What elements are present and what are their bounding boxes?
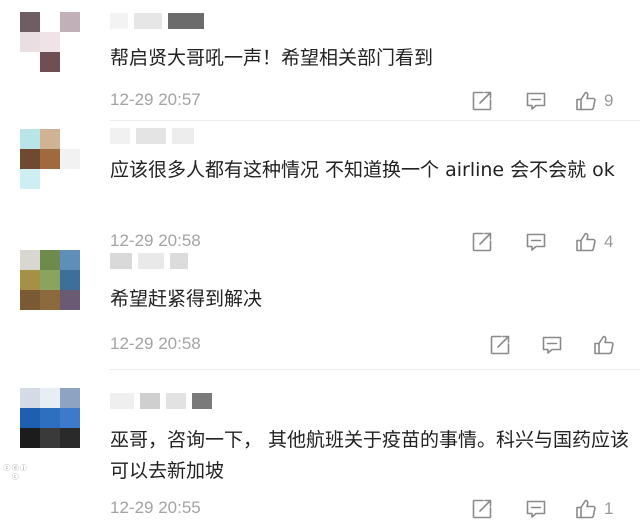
like-button[interactable]: 9 bbox=[574, 86, 613, 116]
username[interactable] bbox=[110, 390, 212, 412]
reply-button[interactable] bbox=[524, 86, 548, 116]
username[interactable] bbox=[110, 10, 204, 32]
comment-timestamp: 12-29 20:58 bbox=[110, 334, 201, 353]
comment-text: 帮启贤大哥吼一声！希望相关部门看到 bbox=[110, 47, 434, 69]
like-count: 9 bbox=[604, 91, 614, 110]
avatar[interactable] bbox=[20, 12, 80, 72]
avatar[interactable] bbox=[20, 388, 80, 448]
username[interactable] bbox=[110, 125, 194, 147]
comment-item: 巫哥，咨询一下， 其他航班关于疫苗的事情。科兴与国药应该可以去新加坡 12-29… bbox=[0, 370, 640, 526]
like-button[interactable] bbox=[592, 330, 622, 360]
username[interactable] bbox=[110, 250, 188, 272]
thumbs-up-icon bbox=[574, 89, 598, 113]
comment-text: 应该很多人都有这种情况 不知道换一个 airline 会不会就 ok bbox=[110, 159, 615, 181]
share-button[interactable] bbox=[470, 86, 494, 116]
comment-item: 应该很多人都有这种情况 不知道换一个 airline 会不会就 ok 12-29… bbox=[0, 121, 640, 246]
share-icon bbox=[470, 497, 494, 521]
share-icon bbox=[470, 89, 494, 113]
watermark: ⓒ ⓓ ⓙ ⓒ bbox=[3, 464, 27, 481]
comment-icon bbox=[524, 89, 548, 113]
share-button[interactable] bbox=[470, 494, 494, 524]
avatar[interactable] bbox=[20, 250, 80, 310]
comment-icon bbox=[540, 333, 564, 357]
reply-button[interactable] bbox=[540, 330, 564, 360]
comment-text: 希望赶紧得到解决 bbox=[110, 288, 263, 310]
share-button[interactable] bbox=[488, 330, 512, 360]
comment-timestamp: 12-29 20:57 bbox=[110, 90, 201, 109]
like-count: 1 bbox=[604, 499, 614, 518]
comment-timestamp: 12-29 20:55 bbox=[110, 498, 201, 517]
avatar[interactable] bbox=[20, 129, 80, 189]
comment-item: 希望赶紧得到解决 12-29 20:58 bbox=[0, 246, 640, 370]
comment-icon bbox=[524, 497, 548, 521]
comment-item: 帮启贤大哥吼一声！希望相关部门看到 12-29 20:57 9 bbox=[0, 0, 640, 121]
reply-button[interactable] bbox=[524, 494, 548, 524]
thumbs-up-icon bbox=[592, 333, 616, 357]
like-button[interactable]: 1 bbox=[574, 494, 613, 524]
share-icon bbox=[488, 333, 512, 357]
comment-text: 巫哥，咨询一下， 其他航班关于疫苗的事情。科兴与国药应该可以去新加坡 bbox=[110, 429, 630, 482]
thumbs-up-icon bbox=[574, 497, 598, 521]
